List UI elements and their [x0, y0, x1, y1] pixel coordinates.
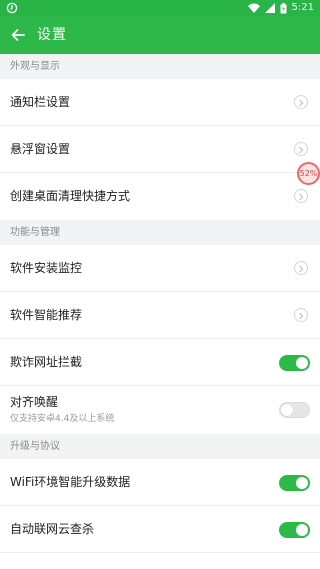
settings-item-label: 软件智能推荐 [10, 308, 83, 322]
settings-item-install-monitor[interactable]: 软件安装监控 [0, 245, 320, 292]
signal-icon [264, 3, 275, 13]
settings-item-notification-bar[interactable]: 通知栏设置 [0, 79, 320, 126]
settings-item-smart-recommend[interactable]: 软件智能推荐 [0, 292, 320, 339]
settings-item-label: WiFi环境智能升级数据 [10, 475, 131, 489]
chevron-right-icon [294, 308, 308, 322]
settings-item-label: 通知栏设置 [10, 95, 71, 109]
settings-item-floating-window[interactable]: 悬浮窗设置 [0, 126, 320, 173]
cloud-scan-toggle[interactable] [279, 522, 310, 538]
battery-icon [280, 2, 287, 13]
settings-item-wifi-upgrade: WiFi环境智能升级数据 [0, 459, 320, 506]
settings-list: 外观与显示 通知栏设置 悬浮窗设置 创建桌面清理快捷方式 功能与管理 软件安装监… [0, 54, 320, 553]
app-bar: 设置 [0, 16, 320, 54]
chevron-right-icon [294, 142, 308, 156]
notification-icon [6, 2, 18, 14]
settings-item-label: 创建桌面清理快捷方式 [10, 189, 131, 203]
settings-item-label: 自动联网云查杀 [10, 522, 95, 536]
settings-item-label: 欺诈网址拦截 [10, 355, 83, 369]
toggle-knob [296, 357, 308, 369]
back-arrow-icon[interactable] [10, 27, 26, 43]
settings-item-cloud-scan: 自动联网云查杀 [0, 506, 320, 553]
toggle-knob [281, 404, 293, 416]
status-bar: 5:21 [0, 0, 320, 16]
wifi-upgrade-toggle[interactable] [279, 475, 310, 491]
settings-item-fraud-url-block: 欺诈网址拦截 [0, 339, 320, 386]
settings-item-label: 对齐唤醒 [10, 395, 59, 409]
align-wakeup-toggle[interactable] [279, 402, 310, 418]
chevron-right-icon [294, 189, 308, 203]
fraud-url-block-toggle[interactable] [279, 355, 310, 371]
toggle-knob [296, 524, 308, 536]
settings-item-align-wakeup: 对齐唤醒 仅支持安卓4.4及以上系统 [0, 386, 320, 434]
section-header-appearance: 外观与显示 [0, 54, 320, 79]
chevron-right-icon [294, 261, 308, 275]
settings-item-label: 软件安装监控 [10, 261, 83, 275]
settings-item-label: 悬浮窗设置 [10, 142, 71, 156]
toggle-knob [296, 477, 308, 489]
chevron-right-icon [294, 95, 308, 109]
section-header-features: 功能与管理 [0, 220, 320, 245]
floating-memory-ball[interactable]: 52% [297, 162, 320, 185]
status-time: 5:21 [291, 2, 314, 13]
wifi-icon [247, 3, 260, 13]
page-title: 设置 [37, 27, 67, 43]
settings-item-desktop-shortcut[interactable]: 创建桌面清理快捷方式 [0, 173, 320, 220]
section-header-upgrade: 升级与协议 [0, 434, 320, 459]
settings-item-sublabel: 仅支持安卓4.4及以上系统 [10, 414, 115, 424]
